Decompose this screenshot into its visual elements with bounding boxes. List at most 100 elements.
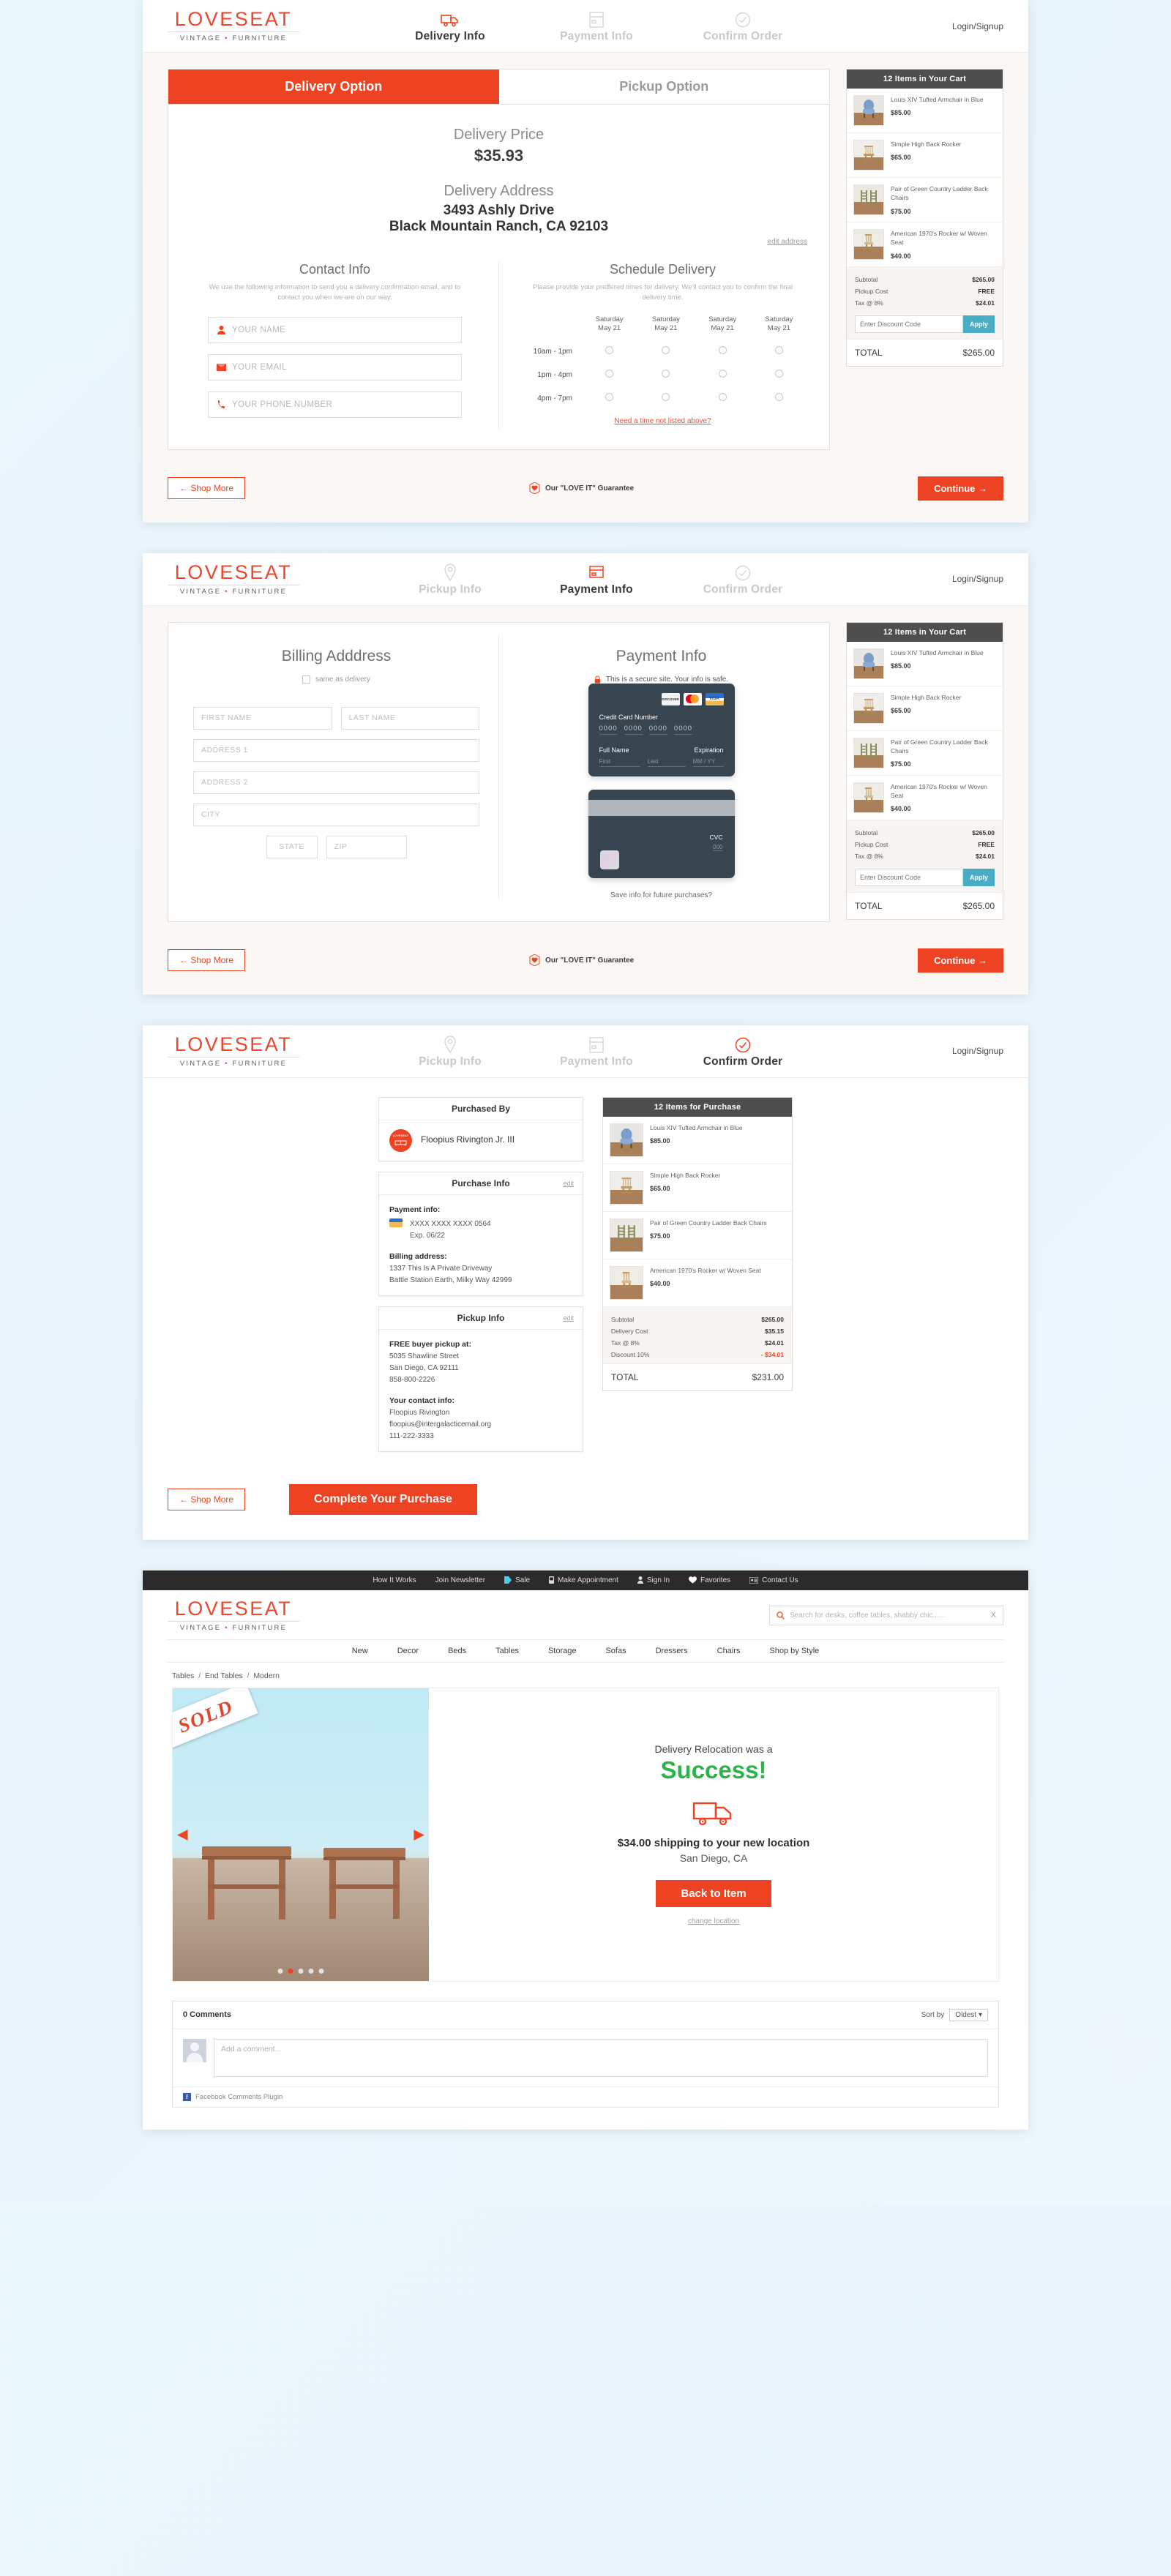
nav-shop-by-style[interactable]: Shop by Style [769,1647,819,1655]
breadcrumb-modern[interactable]: Modern [253,1671,280,1680]
step-confirm-order[interactable]: Confirm Order [670,1034,816,1068]
complete-purchase-button[interactable]: Complete Your Purchase [289,1483,477,1515]
cart-item[interactable]: Pair of Green Country Ladder Back Chairs… [603,1212,792,1259]
card-expiration-input[interactable]: MM / YY [692,758,724,767]
cart-item[interactable]: Pair of Green Country Ladder Back Chairs… [847,731,1003,776]
nav-sofas[interactable]: Sofas [605,1647,626,1655]
state-field[interactable]: STATE [266,835,318,858]
back-to-item-button[interactable]: Back to Item [656,1880,771,1908]
zip-field[interactable]: ZIP [326,835,407,858]
carousel-dot-active[interactable] [288,1968,293,1974]
brand-logo[interactable]: LOVESEAT VINTAGE • FURNITURE [168,1034,299,1068]
apply-discount-button[interactable]: Apply [962,868,995,886]
login-signup-link[interactable]: Login/Signup [894,574,1003,584]
topbar-join-newsletter[interactable]: Join Newsletter [435,1576,485,1584]
add-comment-input[interactable]: Add a comment... [214,2038,988,2077]
nav-beds[interactable]: Beds [448,1647,466,1655]
tab-delivery-option[interactable]: Delivery Option [168,70,499,104]
shop-more-button[interactable]: ← Shop More [168,949,246,971]
step-confirm-order[interactable]: Confirm Order [670,562,816,596]
breadcrumb-tables[interactable]: Tables [172,1671,194,1680]
step-confirm-order[interactable]: Confirm Order [670,9,816,43]
login-signup-link[interactable]: Login/Signup [894,21,1003,31]
phone-field[interactable]: YOUR PHONE NUMBER [208,391,462,418]
cart-item[interactable]: Simple High Back Rocker $65.00 [847,686,1003,731]
cart-item[interactable]: American 1970's Rocker w/ Woven Seat $40… [847,776,1003,820]
step-pickup-info[interactable]: Pickup Info [377,562,523,596]
clear-search-icon[interactable]: X [991,1611,996,1620]
credit-card-front[interactable]: DISCOVER VISA Credit Card Number 0000 00… [588,683,735,776]
name-field[interactable]: YOUR NAME [208,316,462,343]
slot-radio[interactable] [605,393,614,402]
step-delivery-info[interactable]: Delivery Info [377,9,523,43]
same-as-delivery-row[interactable]: same as delivery [193,675,479,684]
brand-logo[interactable]: LOVESEAT VINTAGE • FURNITURE [168,562,299,596]
step-payment-info[interactable]: Payment Info [523,562,670,596]
step-payment-info[interactable]: Payment Info [523,9,670,43]
shop-more-button[interactable]: ← Shop More [168,477,246,499]
brand-logo[interactable]: LOVESEAT VINTAGE • FURNITURE [168,10,299,42]
shop-more-button[interactable]: ← Shop More [168,1488,246,1510]
cart-item[interactable]: Louis XIV Tufted Armchair in Blue $85.00 [603,1117,792,1164]
nav-decor[interactable]: Decor [397,1647,419,1655]
nav-dressers[interactable]: Dressers [656,1647,688,1655]
slot-radio[interactable] [774,346,783,355]
email-field[interactable]: YOUR EMAIL [208,353,462,381]
cart-item[interactable]: Pair of Green Country Ladder Back Chairs… [847,178,1003,222]
nav-chairs[interactable]: Chairs [717,1647,741,1655]
continue-button[interactable]: Continue → [918,476,1003,501]
discount-input[interactable] [855,868,963,886]
step-payment-info[interactable]: Payment Info [523,1034,670,1068]
cart-item[interactable]: Louis XIV Tufted Armchair in Blue $85.00 [847,642,1003,686]
breadcrumb-end-tables[interactable]: End Tables [205,1671,243,1680]
cart-item[interactable]: American 1970's Rocker w/ Woven Seat $40… [603,1259,792,1307]
slot-radio[interactable] [605,370,614,378]
apply-discount-button[interactable]: Apply [962,315,995,333]
last-name-field[interactable]: LAST NAME [340,706,479,730]
slot-radio[interactable] [718,393,727,402]
topbar-how-it-works[interactable]: How It Works [373,1576,416,1584]
slot-radio[interactable] [774,370,783,378]
discount-input[interactable] [855,315,963,333]
cart-item[interactable]: Simple High Back Rocker $65.00 [603,1164,792,1212]
change-location-link[interactable]: change location [688,1917,739,1925]
slot-radio[interactable] [662,370,670,378]
search-bar[interactable]: Search for desks, coffee tables, shabby … [769,1605,1003,1625]
carousel-dot[interactable] [298,1968,304,1974]
slot-radio[interactable] [718,346,727,355]
topbar-sale[interactable]: Sale [504,1576,530,1584]
credit-card-back[interactable]: CVC 000 [588,789,735,878]
cart-item[interactable]: Simple High Back Rocker $65.00 [847,133,1003,178]
nav-storage[interactable]: Storage [548,1647,577,1655]
address2-field[interactable]: ADDRESS 2 [193,771,479,794]
cart-item[interactable]: Louis XIV Tufted Armchair in Blue $85.00 [847,89,1003,133]
carousel-dot[interactable] [308,1968,314,1974]
cvc-input[interactable]: 000 [713,844,723,851]
card-first-name-input[interactable]: First [599,758,640,767]
topbar-sign-in[interactable]: Sign In [637,1576,670,1584]
step-pickup-info[interactable]: Pickup Info [377,1034,523,1068]
edit-pickup-info-link[interactable]: edit [563,1314,574,1322]
topbar-favorites[interactable]: Favorites [689,1576,730,1584]
carousel-prev-arrow[interactable]: ◀ [177,1826,188,1843]
slot-radio[interactable] [718,370,727,378]
cart-item[interactable]: American 1970's Rocker w/ Woven Seat $40… [847,222,1003,267]
slot-radio[interactable] [662,346,670,355]
edit-address-link[interactable]: edit address [190,238,807,246]
city-field[interactable]: CITY [193,803,479,826]
carousel-next-arrow[interactable]: ▶ [414,1826,424,1843]
slot-radio[interactable] [662,393,670,402]
nav-tables[interactable]: Tables [495,1647,519,1655]
same-as-delivery-checkbox[interactable] [302,675,310,684]
need-time-link[interactable]: Need a time not listed above? [518,417,807,425]
topbar-make-appointment[interactable]: Make Appointment [549,1576,618,1584]
address1-field[interactable]: ADDRESS 1 [193,738,479,762]
slot-radio[interactable] [605,346,614,355]
edit-purchase-info-link[interactable]: edit [563,1180,574,1187]
tab-pickup-option[interactable]: Pickup Option [498,70,829,104]
save-info-label[interactable]: Save info for future purchases? [518,891,804,899]
slot-radio[interactable] [774,393,783,402]
brand-logo[interactable]: LOVESEAT VINTAGE • FURNITURE [168,1598,299,1632]
credit-card-number-input[interactable]: 0000 0000 0000 0000 [599,724,724,735]
carousel-dot[interactable] [318,1968,324,1974]
